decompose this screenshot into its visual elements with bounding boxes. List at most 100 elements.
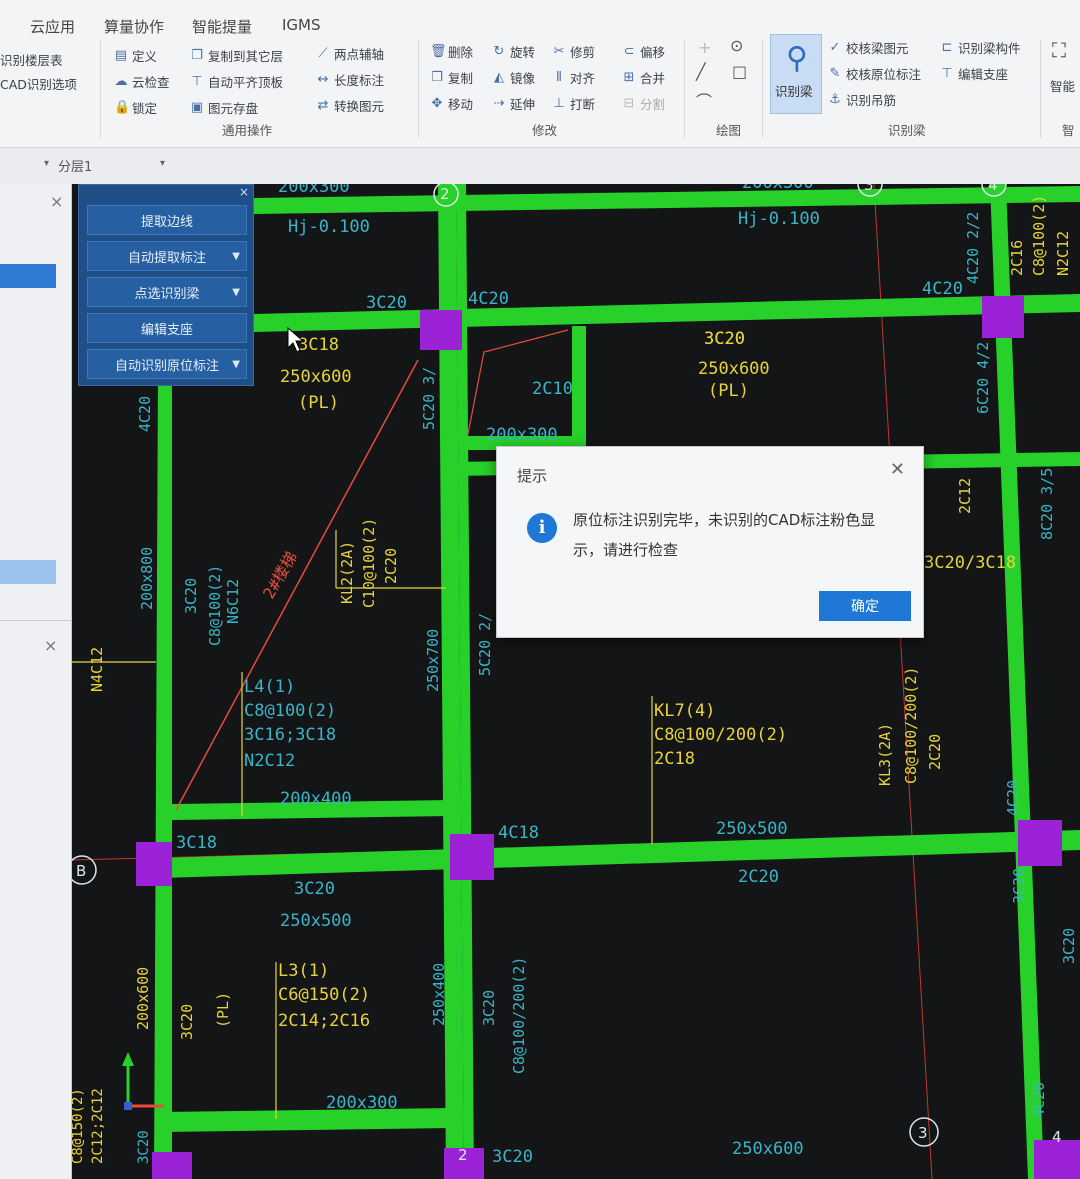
circle-icon[interactable]: ⊙ [730, 36, 743, 55]
annotation: C6@150(2) [278, 985, 370, 1005]
lock-button[interactable]: 🔒 锁定 [114, 98, 157, 117]
auto-align-top-slab-button[interactable]: ⊤ 自动平齐顶板 [190, 72, 283, 91]
close-icon[interactable]: × [50, 192, 63, 211]
length-dimension-button[interactable]: ↔ 长度标注 [316, 70, 384, 89]
tab-smart-quantity[interactable]: 智能提量 [192, 16, 252, 37]
two-point-axis-label: 两点辅轴 [334, 47, 385, 62]
cad-identify-options-button[interactable]: CAD识别选项 [0, 74, 77, 93]
line-icon[interactable]: ╱ [696, 62, 706, 81]
auto-identify-original-annotation-label: 自动识别原位标注 [114, 358, 219, 374]
annotation: C8@150(2) [72, 1088, 86, 1164]
length-dimension-icon: ↔ [317, 71, 329, 87]
delete-label: 删除 [448, 45, 474, 60]
edit-support-button[interactable]: ⊤ 编辑支座 [940, 64, 1008, 83]
annotation: (PL) [214, 992, 232, 1028]
check-beam-element-label: 校核梁图元 [846, 41, 909, 56]
cloud-check-icon: ☁ [114, 73, 128, 89]
annotation: 3C20 [1010, 868, 1028, 904]
save-element-label: 图元存盘 [208, 101, 259, 116]
ok-button[interactable]: 确定 [819, 591, 911, 621]
annotation: 2C20 [382, 548, 400, 584]
tab-igms[interactable]: IGMS [282, 16, 321, 34]
rotate-button[interactable]: ↻ 旋转 [492, 42, 535, 61]
dialog-title: 提示 [517, 467, 548, 485]
close-icon[interactable]: ✕ [890, 459, 905, 480]
copy-to-other-layer-button[interactable]: ❐ 复制到其它层 [190, 46, 283, 65]
define-button[interactable]: ▤ 定义 [114, 46, 157, 65]
auto-align-top-slab-label: 自动平齐顶板 [208, 75, 284, 90]
auto-extract-annotation-button[interactable]: 自动提取标注 ▼ [87, 241, 247, 271]
tab-cloud-apps[interactable]: 云应用 [30, 16, 75, 37]
rectangle-icon[interactable]: □ [732, 62, 747, 81]
convert-element-label: 转换图元 [334, 99, 385, 114]
annotation: C8@100/200(2) [510, 957, 528, 1074]
save-element-button[interactable]: ▣ 图元存盘 [190, 98, 258, 117]
cloud-check-button[interactable]: ☁ 云检查 [114, 72, 170, 91]
annotation: C8@100(2) [244, 701, 336, 721]
annotation: N2C12 [244, 751, 295, 771]
close-icon[interactable]: × [239, 185, 249, 199]
two-point-axis-button[interactable]: ⟋ 两点辅轴 [316, 44, 384, 63]
merge-button[interactable]: ⊞ 合并 [622, 68, 665, 87]
separator [418, 40, 419, 138]
point-identify-beam-button[interactable]: 点选识别梁 ▼ [87, 277, 247, 307]
annotation: C8@100/200(2) [902, 667, 920, 784]
identify-beam-button[interactable]: ⚲ 识别梁 [770, 34, 822, 114]
annotation: 200x800 [138, 547, 156, 610]
extend-button[interactable]: ⇢ 延伸 [492, 94, 535, 113]
chevron-down-icon[interactable]: ▾ [160, 158, 165, 169]
mirror-button[interactable]: ◭ 镜像 [492, 68, 535, 87]
selected-tree-row[interactable] [0, 264, 56, 288]
rotate-label: 旋转 [510, 45, 536, 60]
annotation: L3(1) [278, 961, 329, 981]
break-button[interactable]: ⊥ 打断 [552, 94, 595, 113]
smart-button-label[interactable]: 智能 [1050, 76, 1075, 95]
define-label: 定义 [132, 49, 158, 64]
tree-row[interactable] [0, 560, 56, 584]
identify-hanger-button[interactable]: ⚓ 识别吊筋 [828, 90, 896, 109]
tab-collaboration[interactable]: 算量协作 [104, 16, 164, 37]
check-original-annotation-button[interactable]: ✎ 校核原位标注 [828, 64, 921, 83]
offset-button[interactable]: ⊂ 偏移 [622, 42, 665, 61]
annotation: 2C18 [654, 749, 695, 769]
chevron-down-icon[interactable]: ▼ [232, 359, 240, 370]
trim-label: 修剪 [570, 45, 596, 60]
convert-element-button[interactable]: ⇄ 转换图元 [316, 96, 384, 115]
annotation: 5C20 2/ [476, 613, 494, 676]
align-icon: ⫴ [556, 69, 562, 85]
smart-icon[interactable]: ⛶ [1052, 38, 1066, 62]
annotation: 250x600 [732, 1139, 804, 1159]
chevron-down-icon[interactable]: ▾ [44, 158, 49, 169]
annotation: 250x500 [716, 819, 788, 839]
beam [162, 830, 1080, 878]
split-button[interactable]: ⊟ 分割 [622, 94, 665, 113]
edit-support-panel-button[interactable]: 编辑支座 [87, 313, 247, 343]
annotation: 200x300 [326, 1093, 398, 1113]
annotation: 4C20 [1030, 1082, 1048, 1118]
extend-label: 延伸 [510, 97, 536, 112]
identify-beam-component-button[interactable]: ⊏ 识别梁构件 [940, 38, 1021, 57]
align-button[interactable]: ⫴ 对齐 [552, 68, 595, 87]
auto-identify-original-annotation-button[interactable]: 自动识别原位标注 ▼ [87, 349, 247, 379]
axis-label: 2 [458, 1146, 468, 1164]
chevron-down-icon[interactable]: ▼ [232, 251, 240, 262]
prompt-dialog: 提示 ✕ i 原位标注识别完毕，未识别的CAD标注粉色显示，请进行检查 确定 [496, 446, 924, 638]
close-icon[interactable]: × [44, 636, 57, 655]
general-ops-group-label: 通用操作 [222, 123, 273, 138]
check-beam-element-button[interactable]: ✓ 校核梁图元 [828, 38, 909, 57]
info-icon: i [527, 513, 557, 543]
copy-label: 复制 [448, 71, 474, 86]
arc-icon[interactable]: ⌒ [696, 88, 712, 112]
trim-button[interactable]: ✂ 修剪 [552, 42, 595, 61]
point-icon[interactable]: + [698, 38, 711, 57]
move-button[interactable]: ✥ 移动 [430, 94, 473, 113]
separator [1040, 40, 1041, 138]
extract-edge-button[interactable]: 提取边线 [87, 205, 247, 235]
chevron-down-icon[interactable]: ▼ [232, 287, 240, 298]
annotation: C8@100(2) [206, 565, 224, 646]
layer-select[interactable]: 分层1 [58, 156, 168, 176]
identify-floor-table-button[interactable]: 识别楼层表 [0, 50, 63, 69]
annotation: 4C20 2/2 [964, 212, 982, 284]
copy-button[interactable]: ❐ 复制 [430, 68, 473, 87]
delete-button[interactable]: 🗑 删除 [430, 42, 473, 61]
